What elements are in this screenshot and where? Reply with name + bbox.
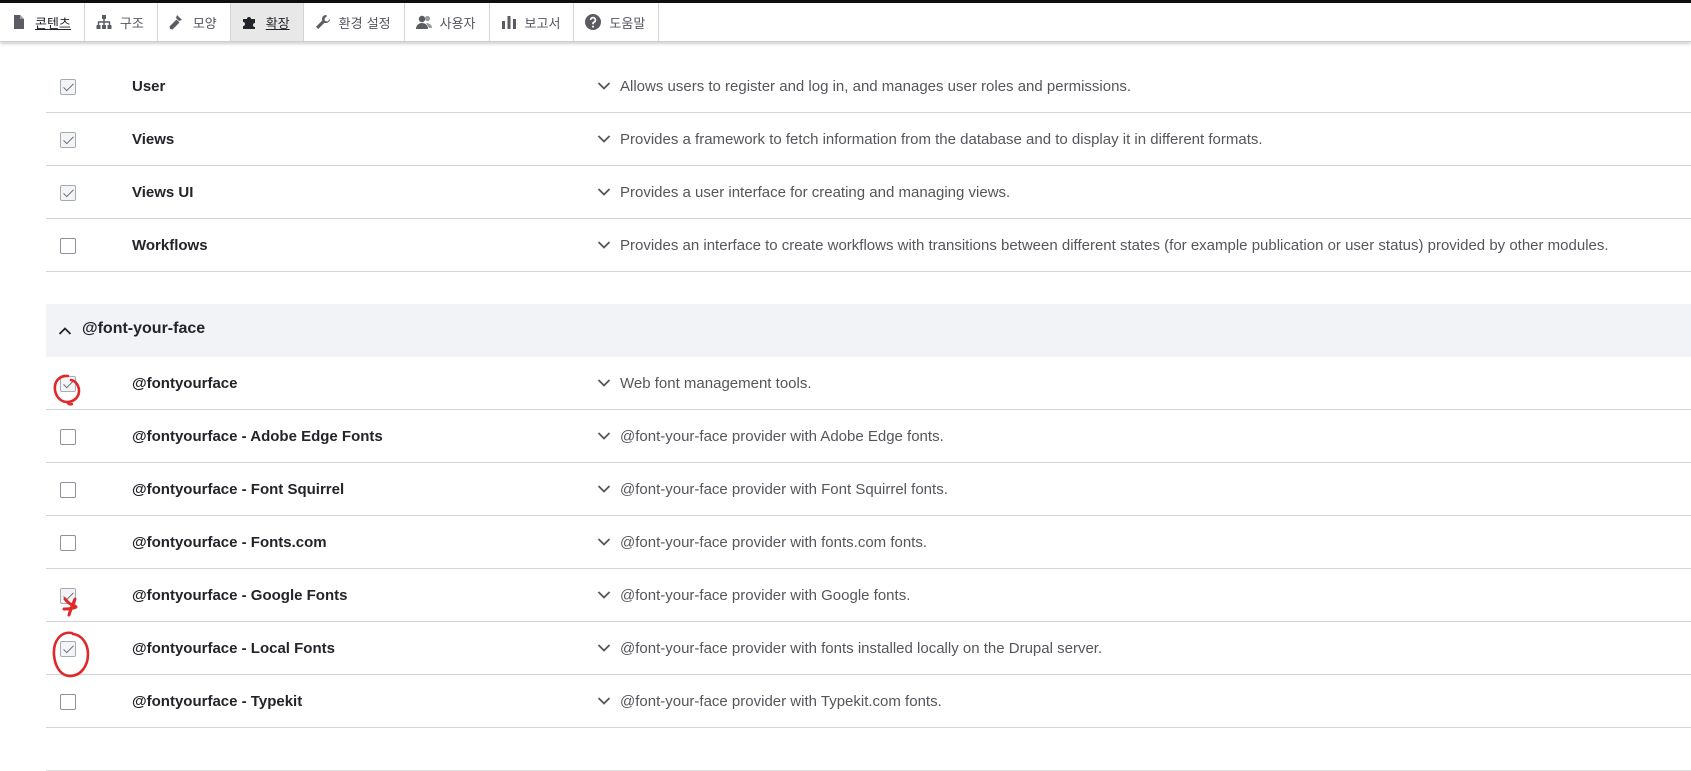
module-table: User Allows users to register and log in…	[46, 60, 1691, 728]
chevron-up-icon[interactable]	[58, 326, 72, 336]
module-row-user: User Allows users to register and log in…	[46, 60, 1691, 113]
module-name: Workflows	[132, 237, 208, 254]
wrench-icon	[314, 13, 332, 31]
group-header-font-your-face[interactable]: @font-your-face	[46, 304, 1691, 357]
chevron-down-icon[interactable]	[597, 378, 611, 388]
module-description: Allows users to register and log in, and…	[620, 78, 1132, 95]
document-icon	[10, 13, 28, 31]
module-checkbox[interactable]	[60, 482, 76, 498]
module-description: Web font management tools.	[620, 375, 812, 392]
module-row-local-fonts: @fontyourface - Local Fonts @font-your-f…	[46, 622, 1691, 675]
module-description: @font-your-face provider with Adobe Edge…	[620, 428, 944, 445]
toolbar-item-help[interactable]: 도움말	[574, 3, 660, 41]
module-checkbox[interactable]	[60, 376, 76, 392]
module-description: @font-your-face provider with fonts inst…	[620, 640, 1103, 657]
group-title: @font-your-face	[82, 320, 206, 337]
chevron-down-icon[interactable]	[597, 537, 611, 547]
chevron-down-icon[interactable]	[597, 134, 611, 144]
module-description: @font-your-face provider with Google fon…	[620, 587, 911, 604]
puzzle-icon	[241, 13, 259, 31]
module-row-font-squirrel: @fontyourface - Font Squirrel @font-your…	[46, 463, 1691, 516]
chevron-down-icon[interactable]	[597, 643, 611, 653]
toolbar-label: 구조	[119, 16, 144, 32]
module-name: Views	[132, 131, 175, 148]
toolbar-label: 모양	[192, 16, 217, 32]
module-row-workflows: Workflows Provides an interface to creat…	[46, 219, 1691, 272]
admin-toolbar: 콘텐츠 구조 모양 확장 환경 설정 사용자 보고서 도움말	[0, 0, 1691, 42]
module-checkbox[interactable]	[60, 588, 76, 604]
module-name: Views UI	[132, 184, 194, 201]
toolbar-label: 도움말	[609, 16, 646, 32]
bar-chart-icon	[500, 13, 518, 31]
module-checkbox[interactable]	[60, 535, 76, 551]
module-description: @font-your-face provider with Font Squir…	[620, 481, 948, 498]
module-name: @fontyourface - Adobe Edge Fonts	[132, 428, 383, 445]
chevron-down-icon[interactable]	[597, 590, 611, 600]
module-row-google-fonts: @fontyourface - Google Fonts @font-your-…	[46, 569, 1691, 622]
module-row-fontyourface: @fontyourface Web font management tools.	[46, 357, 1691, 410]
chevron-down-icon[interactable]	[597, 431, 611, 441]
module-name: @fontyourface - Local Fonts	[132, 640, 335, 657]
toolbar-item-reports[interactable]: 보고서	[490, 3, 575, 41]
toolbar-item-appearance[interactable]: 모양	[158, 3, 231, 41]
chevron-down-icon[interactable]	[597, 696, 611, 706]
toolbar-item-structure[interactable]: 구조	[85, 3, 158, 41]
module-name: @fontyourface - Font Squirrel	[132, 481, 345, 498]
module-checkbox[interactable]	[60, 132, 76, 148]
help-icon	[584, 13, 602, 31]
module-name: User	[132, 78, 166, 95]
module-description: Provides a user interface for creating a…	[620, 184, 1011, 201]
toolbar-label: 확장	[265, 16, 290, 32]
module-name: @fontyourface - Google Fonts	[132, 587, 348, 604]
module-description: @font-your-face provider with Typekit.co…	[620, 693, 942, 710]
module-checkbox[interactable]	[60, 694, 76, 710]
toolbar-label: 보고서	[524, 16, 561, 32]
module-checkbox[interactable]	[60, 429, 76, 445]
chevron-down-icon[interactable]	[597, 240, 611, 250]
toolbar-item-content[interactable]: 콘텐츠	[0, 3, 85, 41]
module-name: @fontyourface	[132, 375, 238, 392]
toolbar-item-configuration[interactable]: 환경 설정	[304, 3, 405, 41]
sitemap-icon	[95, 13, 113, 31]
module-row-typekit: @fontyourface - Typekit @font-your-face …	[46, 675, 1691, 728]
module-name: @fontyourface - Fonts.com	[132, 534, 327, 551]
toolbar-label: 콘텐츠	[35, 16, 71, 32]
module-description: Provides an interface to create workflow…	[620, 237, 1609, 254]
chevron-down-icon[interactable]	[597, 484, 611, 494]
module-name: @fontyourface - Typekit	[132, 693, 303, 710]
chevron-down-icon[interactable]	[597, 187, 611, 197]
module-description: Provides a framework to fetch informatio…	[620, 131, 1263, 148]
module-checkbox[interactable]	[60, 79, 76, 95]
module-row-fonts-com: @fontyourface - Fonts.com @font-your-fac…	[46, 516, 1691, 569]
toolbar-label: 사용자	[439, 16, 476, 32]
people-icon	[415, 13, 433, 31]
module-row-views: Views Provides a framework to fetch info…	[46, 113, 1691, 166]
chevron-down-icon[interactable]	[597, 81, 611, 91]
toolbar-item-people[interactable]: 사용자	[405, 3, 490, 41]
module-checkbox[interactable]	[60, 238, 76, 254]
paintbrush-icon	[168, 13, 186, 31]
module-row-views-ui: Views UI Provides a user interface for c…	[46, 166, 1691, 219]
toolbar-label: 환경 설정	[338, 16, 391, 32]
module-description: @font-your-face provider with fonts.com …	[620, 534, 928, 551]
module-checkbox[interactable]	[60, 185, 76, 201]
toolbar-item-extend[interactable]: 확장	[230, 3, 304, 41]
module-row-adobe-edge: @fontyourface - Adobe Edge Fonts @font-y…	[46, 410, 1691, 463]
module-checkbox[interactable]	[60, 641, 76, 657]
